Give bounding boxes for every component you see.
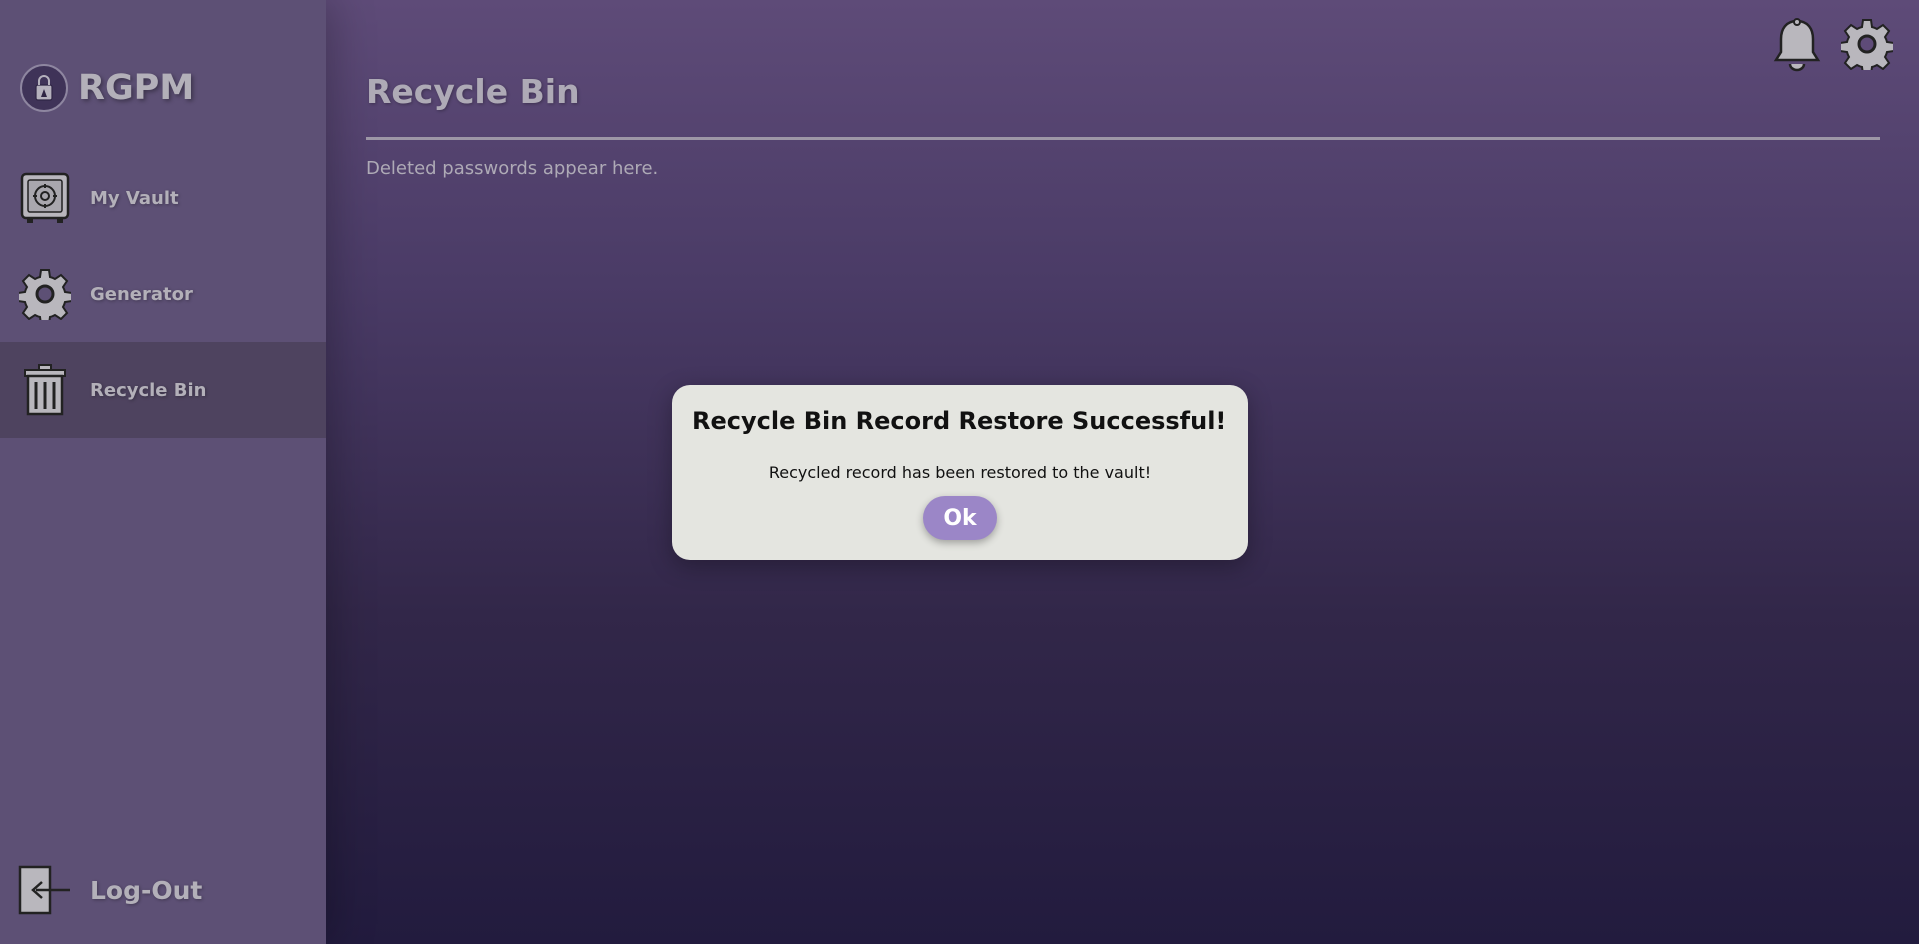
logout-door-icon <box>18 863 72 917</box>
lock-logo-icon <box>20 64 68 112</box>
gear-icon <box>18 267 72 321</box>
sidebar-item-label: Recycle Bin <box>90 379 207 401</box>
logout-button[interactable]: Log-Out <box>0 858 326 922</box>
bell-icon[interactable] <box>1771 18 1823 74</box>
app-name: RGPM <box>78 68 195 108</box>
page-subtitle: Deleted passwords appear here. <box>366 158 659 179</box>
title-divider <box>366 137 1880 140</box>
sidebar-item-recycle-bin[interactable]: Recycle Bin <box>0 342 326 438</box>
gear-icon[interactable] <box>1839 18 1895 75</box>
sidebar: RGPM My Vault Generator Recycle Bin Log-… <box>0 0 326 944</box>
dialog-message: Recycled record has been restored to the… <box>768 463 1152 482</box>
sidebar-item-my-vault[interactable]: My Vault <box>0 150 326 246</box>
logout-label: Log-Out <box>90 875 203 905</box>
dialog-title: Recycle Bin Record Restore Successful! <box>692 407 1227 435</box>
sidebar-item-label: Generator <box>90 283 193 305</box>
sidebar-item-label: My Vault <box>90 187 179 209</box>
header-actions <box>1771 18 1895 75</box>
brand[interactable]: RGPM <box>20 64 194 112</box>
sidebar-item-generator[interactable]: Generator <box>0 246 326 342</box>
trash-bin-icon <box>18 363 72 417</box>
restore-success-dialog: Recycle Bin Record Restore Successful! R… <box>672 385 1248 560</box>
page-title: Recycle Bin <box>366 72 580 111</box>
vault-safe-icon <box>18 171 72 225</box>
ok-button[interactable]: Ok <box>923 496 997 540</box>
